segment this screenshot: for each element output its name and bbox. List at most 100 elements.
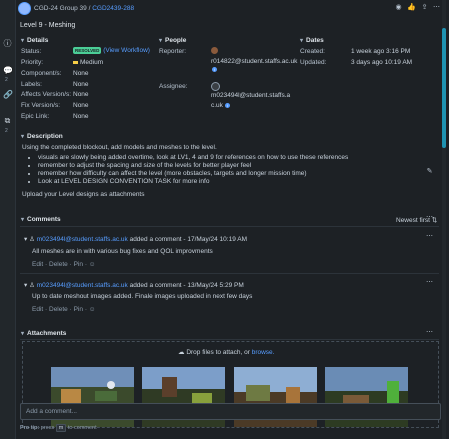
priority-label: Priority: (21, 59, 44, 66)
user-icon: ♙ (29, 282, 35, 289)
comment-pin-link[interactable]: Pin (74, 261, 83, 268)
status-label: Status: (21, 48, 42, 55)
divider (20, 273, 439, 274)
comment-delete-link[interactable]: Delete (49, 261, 68, 268)
details-heading[interactable]: ▾ Details (21, 37, 48, 44)
like-icon[interactable]: 👍 (407, 3, 416, 12)
user-icon: ♙ (29, 236, 35, 243)
pro-tip: Pro tip: press m to comment (20, 424, 97, 432)
chevron-down-icon: ▾ (21, 331, 25, 337)
comment-actions: Edit · Delete · Pin · ☺ (32, 261, 96, 268)
reporter-info-icon[interactable]: i (212, 67, 217, 72)
created-value: 1 week ago 3:16 PM (351, 48, 411, 55)
more-icon[interactable]: ⋯ (425, 328, 434, 337)
description-list: visuals are slowly being added overtime,… (22, 154, 432, 185)
cloud-upload-icon: ☁ (178, 349, 185, 356)
comment-icon[interactable]: 💬 (3, 66, 13, 75)
priority-medium-icon (73, 60, 78, 64)
chevron-down-icon: ▾ (21, 134, 25, 140)
status-badge[interactable]: RESOLVED (73, 47, 102, 54)
updated-label: Updated: (300, 59, 327, 66)
labels-value[interactable]: None (73, 81, 89, 88)
list-item: remember how difficulty can affect the l… (38, 170, 432, 177)
description-heading[interactable]: ▾ Description (21, 133, 63, 140)
component-value[interactable]: None (73, 70, 89, 77)
attachments-heading[interactable]: ▾ Attachments (21, 330, 66, 337)
chevron-down-icon: ▾ (21, 217, 25, 223)
comment-edit-link[interactable]: Edit (32, 261, 43, 268)
fix-version-value[interactable]: None (73, 102, 89, 109)
description-body[interactable]: Using the completed blockout, add models… (22, 144, 432, 198)
emoji-icon[interactable]: ☺ (89, 306, 96, 313)
scrollbar[interactable] (442, 28, 446, 148)
labels-label: Labels: (21, 81, 42, 88)
comment-header: ▾ ♙ m023494l@student.staffs.ac.uk added … (24, 236, 248, 243)
divider (20, 339, 439, 340)
comment-delete-link[interactable]: Delete (49, 306, 68, 313)
info-icon[interactable]: ⓘ (3, 39, 12, 48)
comment-actions: Edit · Delete · Pin · ☺ (32, 306, 96, 313)
reporter-label: Reporter: (159, 48, 187, 55)
reporter-value[interactable]: r014822@student.staffs.ac.uk (211, 58, 297, 65)
comments-count: 2 (5, 77, 8, 83)
emoji-icon[interactable]: ☺ (89, 261, 96, 268)
view-workflow-link[interactable]: (View Workflow) (103, 47, 150, 54)
watch-icon[interactable]: ◉ (394, 3, 403, 12)
comment-author[interactable]: m023494l@student.staffs.ac.uk (37, 236, 128, 243)
dates-heading[interactable]: ▾ Dates (300, 37, 324, 44)
assignee-avatar (211, 82, 220, 91)
chevron-down-icon[interactable]: ▾ (24, 236, 27, 243)
subtasks-icon[interactable]: ⧉ (3, 116, 12, 125)
people-heading[interactable]: ▾ People (159, 37, 186, 44)
breadcrumb-issue-key[interactable]: CGD2439-288 (92, 5, 134, 12)
comment-edit-link[interactable]: Edit (32, 306, 43, 313)
list-item: Look at LEVEL DESIGN CONVENTION TASK for… (38, 178, 432, 185)
component-label: Component/s: (21, 70, 62, 77)
comment-body: Up to date meshout images added. Finale … (32, 293, 253, 300)
project-avatar (18, 2, 31, 15)
affects-version-label: Affects Version/s: (21, 91, 72, 98)
epic-link-label: Epic Link: (21, 113, 50, 120)
list-item: remember to adjust the spacing and size … (38, 162, 432, 169)
more-icon[interactable]: ⋯ (425, 278, 434, 287)
subtasks-count: 2 (5, 128, 8, 134)
description-intro: Using the completed blockout, add models… (22, 144, 217, 151)
fix-version-label: Fix Version/s: (21, 102, 61, 109)
assignee-label: Assignee: (159, 83, 188, 90)
assignee-value-cont[interactable]: c.uk i (211, 102, 230, 109)
assignee-info-icon[interactable]: i (224, 103, 230, 108)
description-outro: Upload your Level designs as attachments (22, 191, 145, 198)
issue-title: Level 9 - Meshing (20, 22, 76, 29)
created-label: Created: (300, 48, 325, 55)
comment-body: All meshes are in with various bug fixes… (32, 248, 213, 255)
epic-link-value[interactable]: None (73, 113, 89, 120)
priority-value[interactable]: Medium (73, 59, 103, 66)
more-icon[interactable]: ⋯ (432, 3, 441, 12)
share-icon[interactable]: ⇪ (420, 3, 429, 12)
edit-pencil-icon[interactable]: ✎ (425, 167, 434, 176)
divider (20, 226, 439, 227)
add-comment-input[interactable]: Add a comment... (20, 403, 441, 420)
attachment-icon[interactable]: 🔗 (3, 90, 13, 99)
left-rail: ⓘ 💬 2 🔗 ⧉ 2 (0, 0, 16, 439)
breadcrumb: CGD-24 Group 39 / CGD2439-288 (34, 5, 135, 12)
shortcut-key: m (55, 424, 67, 432)
more-icon[interactable]: ⋯ (425, 232, 434, 241)
comment-author[interactable]: m023494l@student.staffs.ac.uk (37, 282, 128, 289)
top-bar: CGD-24 Group 39 / CGD2439-288 ◉ 👍 ⇪ ⋯ (15, 0, 449, 18)
comment-pin-link[interactable]: Pin (74, 306, 83, 313)
chevron-down-icon: ▾ (159, 38, 163, 44)
reporter-avatar (211, 47, 218, 54)
chevron-down-icon: ▾ (300, 38, 304, 44)
drop-text: ☁ Drop files to attach, or browse. (178, 349, 275, 356)
affects-version-value[interactable]: None (73, 91, 89, 98)
browse-link[interactable]: browse. (252, 349, 275, 356)
add-comment-placeholder: Add a comment... (26, 408, 77, 415)
chevron-down-icon[interactable]: ▾ (24, 282, 27, 289)
list-item: visuals are slowly being added overtime,… (38, 154, 432, 161)
assignee-value[interactable]: m023494l@student.staffs.a (211, 92, 290, 99)
status-value: RESOLVED (View Workflow) (73, 47, 150, 54)
comments-heading[interactable]: ▾ Comments (21, 216, 61, 223)
more-icon[interactable]: ⋯ (425, 213, 434, 222)
breadcrumb-project[interactable]: CGD-24 Group 39 (34, 5, 87, 12)
